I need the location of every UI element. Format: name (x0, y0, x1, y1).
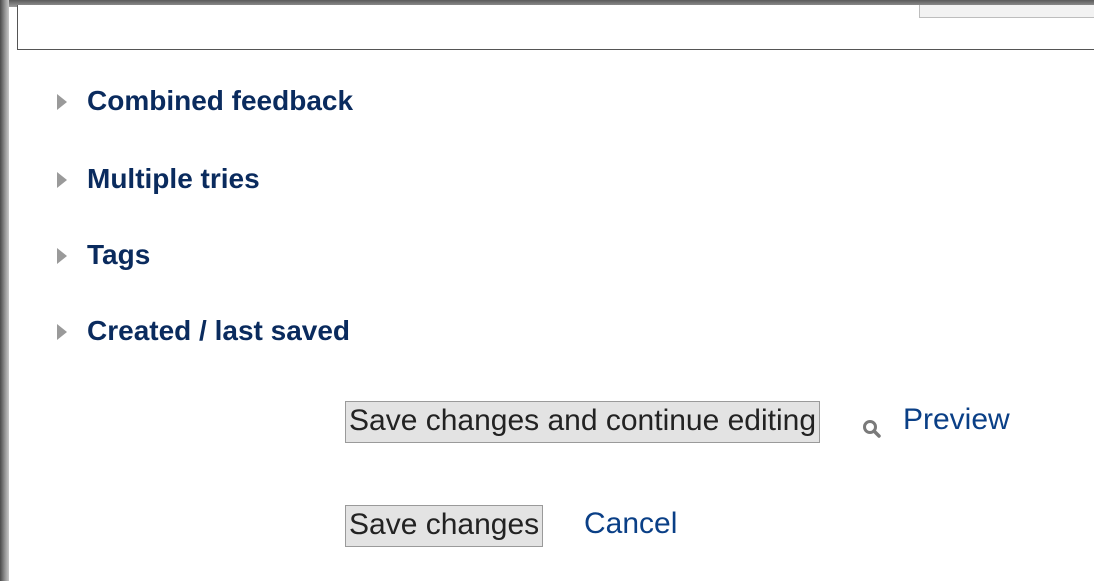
search-icon[interactable] (861, 418, 883, 440)
expand-triangle-icon (57, 248, 67, 264)
section-combined-feedback[interactable]: Combined feedback (57, 85, 353, 117)
window-frame-left (0, 0, 9, 581)
previous-field-input[interactable] (919, 5, 1094, 18)
expand-triangle-icon (57, 94, 67, 110)
expand-triangle-icon (57, 324, 67, 340)
question-edit-form: Combined feedback Multiple tries Tags Cr… (9, 5, 1094, 581)
cancel-link[interactable]: Cancel (584, 507, 677, 541)
section-created-last-saved[interactable]: Created / last saved (57, 315, 350, 347)
save-changes-button[interactable]: Save changes (345, 505, 544, 547)
section-multiple-tries[interactable]: Multiple tries (57, 163, 260, 195)
section-heading: Combined feedback (87, 85, 354, 116)
section-heading: Tags (87, 239, 151, 270)
section-heading: Multiple tries (87, 163, 260, 194)
section-heading: Created / last saved (87, 315, 351, 346)
preview-link[interactable]: Preview (903, 403, 1010, 437)
expand-triangle-icon (57, 172, 67, 188)
section-tags[interactable]: Tags (57, 239, 150, 271)
save-and-continue-button[interactable]: Save changes and continue editing (345, 401, 821, 443)
